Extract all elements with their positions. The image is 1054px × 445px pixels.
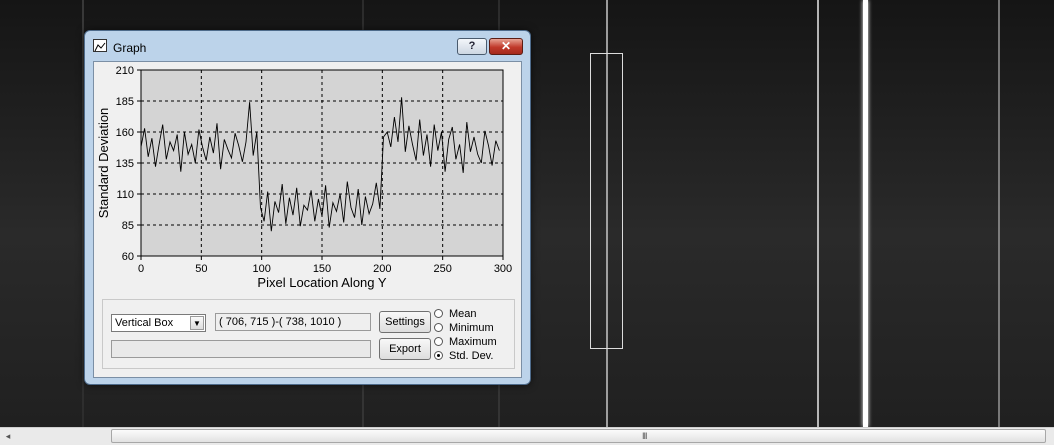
radio-minimum-indicator[interactable] [434, 323, 443, 332]
x-tick-label: 300 [494, 263, 512, 275]
controls-panel: Vertical Box ▼ ( 706, 715 )-( 738, 1010 … [102, 299, 515, 369]
x-tick-label: 150 [313, 263, 331, 275]
scrollbar-thumb[interactable]: III [111, 429, 1046, 443]
export-button[interactable]: Export [379, 338, 431, 360]
graph-client-area: 0 50 100 150 200 250 300 60 85 110 135 160 185 210 Pix… [93, 61, 522, 378]
roi-selection-box[interactable] [590, 53, 623, 349]
y-tick-label: 160 [116, 127, 134, 139]
std-dev-chart: 0 50 100 150 200 250 300 60 85 110 135 160 185 210 Pix… [96, 65, 512, 290]
window-title: Graph [113, 41, 147, 55]
settings-button[interactable]: Settings [379, 311, 431, 333]
title-bar[interactable]: Graph ? ✕ [85, 31, 530, 61]
radio-std-dev-indicator[interactable] [434, 351, 443, 360]
radio-mean-indicator[interactable] [434, 309, 443, 318]
radio-maximum-label: Maximum [449, 336, 497, 348]
x-tick-label: 200 [373, 263, 391, 275]
graph-icon [93, 39, 107, 52]
help-button[interactable]: ? [457, 38, 487, 55]
status-field [111, 340, 371, 358]
y-tick-label: 210 [116, 65, 134, 77]
chevron-down-icon[interactable]: ▼ [190, 316, 204, 330]
y-axis-label: Standard Deviation [96, 108, 111, 219]
scrollbar-grip-icon: III [642, 431, 647, 441]
radio-mean-label: Mean [449, 308, 477, 320]
close-button[interactable]: ✕ [489, 38, 523, 55]
y-tick-label: 110 [116, 189, 134, 201]
scroll-left-arrow-icon[interactable]: ◂ [0, 428, 16, 445]
streak-bright [863, 0, 868, 427]
x-axis-label: Pixel Location Along Y [257, 275, 386, 290]
mode-select[interactable]: Vertical Box ▼ [111, 314, 206, 332]
x-tick-label: 0 [138, 263, 144, 275]
graph-window[interactable]: Graph ? ✕ 0 50 100 150 200 250 300 60 85 110 135 16… [84, 30, 531, 385]
y-tick-label: 60 [122, 251, 134, 263]
y-tick-label: 85 [122, 220, 134, 232]
mode-select-value: Vertical Box [115, 317, 174, 329]
streak-mid [817, 0, 819, 427]
horizontal-scrollbar[interactable]: ◂ III [0, 427, 1054, 445]
radio-std-dev-label: Std. Dev. [449, 350, 494, 362]
x-tick-label: 250 [433, 263, 451, 275]
coordinates-field: ( 706, 715 )-( 738, 1010 ) [215, 313, 371, 331]
y-tick-label: 135 [116, 158, 134, 170]
x-tick-label: 50 [195, 263, 207, 275]
y-tick-label: 185 [116, 96, 134, 108]
streak-right [998, 0, 1000, 427]
radio-maximum-indicator[interactable] [434, 337, 443, 346]
x-tick-label: 100 [252, 263, 270, 275]
radio-minimum-label: Minimum [449, 322, 494, 334]
